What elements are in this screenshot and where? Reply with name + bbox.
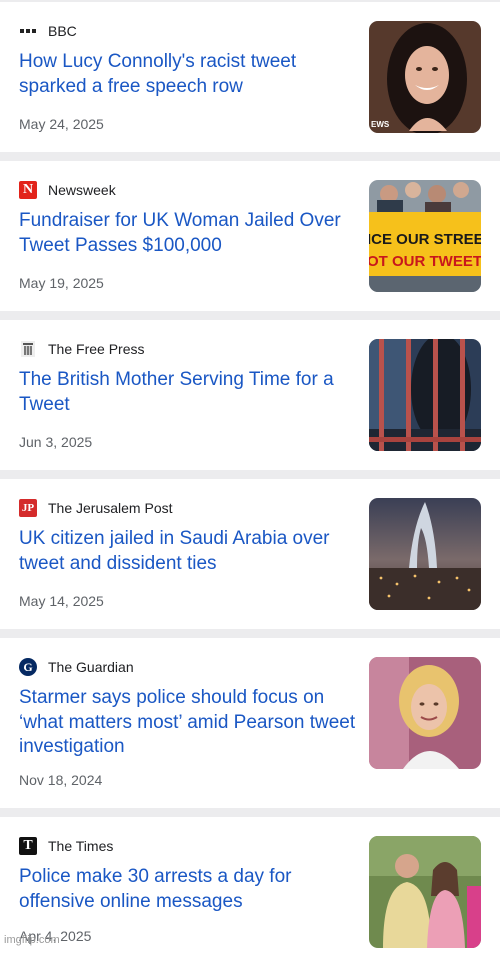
headline-link[interactable]: How Lucy Connolly's racist tweet sparked…: [19, 50, 359, 99]
publish-date: Nov 18, 2024: [19, 772, 103, 788]
article-thumbnail[interactable]: EWS: [369, 21, 481, 133]
source-row: BBC: [19, 21, 77, 41]
source-row: The Free Press: [19, 339, 144, 359]
publish-date: Jun 3, 2025: [19, 434, 93, 450]
headline-link[interactable]: UK citizen jailed in Saudi Arabia over t…: [19, 527, 359, 576]
watermark: imgflip.com: [4, 934, 60, 946]
news-feed: BBC How Lucy Connolly's racist tweet spa…: [0, 0, 500, 955]
source-row: T The Times: [19, 836, 113, 856]
newsweek-n-icon: N: [19, 181, 37, 199]
source-name: The Jerusalem Post: [48, 500, 173, 516]
banner-text: OT OUR TWEETS: [369, 253, 481, 270]
headline-link[interactable]: The British Mother Serving Time for a Tw…: [19, 368, 359, 417]
banner-text: ICE OUR STREE: [369, 231, 481, 248]
publish-date: May 14, 2025: [19, 593, 104, 609]
article-card[interactable]: G The Guardian Starmer says police shoul…: [0, 638, 500, 808]
card-separator: [0, 629, 500, 638]
article-card[interactable]: T The Times Police make 30 arrests a day…: [0, 817, 500, 955]
headline-link[interactable]: Starmer says police should focus on ‘wha…: [19, 686, 359, 760]
guardian-g-icon: G: [19, 658, 37, 676]
source-name: The Guardian: [48, 659, 134, 675]
free-press-logo-icon: [19, 340, 37, 358]
article-thumbnail[interactable]: [369, 498, 481, 610]
jerusalem-post-jp-icon: JP: [19, 499, 37, 517]
headline-link[interactable]: Fundraiser for UK Woman Jailed Over Twee…: [19, 209, 359, 258]
article-thumbnail[interactable]: ICE OUR STREE OT OUR TWEETS: [369, 180, 481, 292]
article-thumbnail[interactable]: [369, 836, 481, 948]
times-t-icon: T: [19, 837, 37, 855]
source-name: Newsweek: [48, 182, 116, 198]
card-separator: [0, 311, 500, 320]
publish-date: May 24, 2025: [19, 116, 104, 132]
source-name: The Free Press: [48, 341, 145, 357]
headline-link[interactable]: Police make 30 arrests a day for offensi…: [19, 865, 359, 914]
article-thumbnail[interactable]: [369, 657, 481, 769]
card-separator: [0, 470, 500, 479]
thumb-caption: EWS: [371, 120, 390, 129]
article-card[interactable]: The Free Press The British Mother Servin…: [0, 320, 500, 470]
card-separator: [0, 152, 500, 161]
source-row: JP The Jerusalem Post: [19, 498, 173, 518]
source-row: G The Guardian: [19, 657, 134, 677]
article-card[interactable]: BBC How Lucy Connolly's racist tweet spa…: [0, 2, 500, 152]
source-name: The Times: [48, 838, 114, 854]
source-name: BBC: [48, 23, 77, 39]
source-row: N Newsweek: [19, 180, 116, 200]
publish-date: May 19, 2025: [19, 275, 104, 291]
bbc-blocks-icon: [19, 22, 37, 40]
article-thumbnail[interactable]: [369, 339, 481, 451]
article-card[interactable]: JP The Jerusalem Post UK citizen jailed …: [0, 479, 500, 629]
card-separator: [0, 808, 500, 817]
article-card[interactable]: N Newsweek Fundraiser for UK Woman Jaile…: [0, 161, 500, 311]
